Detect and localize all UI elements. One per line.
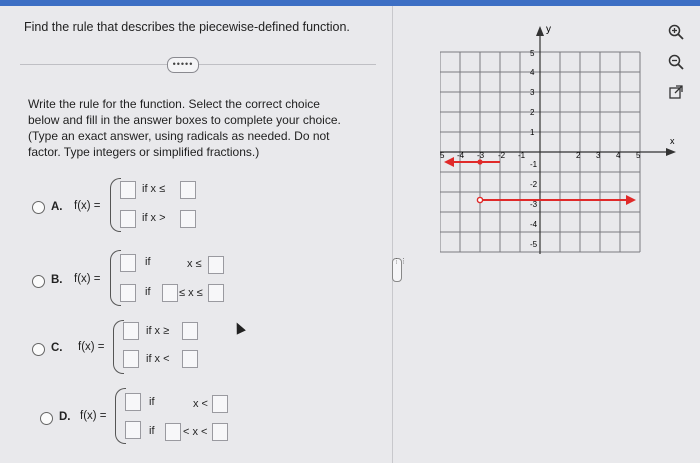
x-tick-label: -3	[477, 151, 485, 160]
y-axis-arrow-icon	[536, 26, 544, 36]
option-d-radio[interactable]	[40, 412, 53, 425]
y-tick-label: -5	[530, 240, 538, 249]
y-tick-label: 1	[530, 128, 535, 137]
option-c-bound2-box[interactable]	[182, 350, 198, 368]
open-dot	[476, 196, 484, 204]
option-d-if1: if	[149, 396, 155, 408]
external-link-icon[interactable]	[666, 82, 686, 102]
instruction-line: factor. Type integers or simplified frac…	[28, 145, 260, 159]
option-a-bound2-box[interactable]	[180, 210, 196, 228]
y-tick-label: -2	[530, 180, 538, 189]
option-a-expr1-box[interactable]	[120, 181, 136, 199]
x-axis-arrow-icon	[666, 148, 676, 156]
option-c-fx: f(x) =	[78, 341, 105, 353]
option-b-upper-box[interactable]	[208, 284, 224, 302]
instruction-line: below and fill in the answer boxes to co…	[28, 113, 341, 127]
option-d-fx: f(x) =	[80, 410, 107, 422]
option-b-fx: f(x) =	[74, 273, 101, 285]
y-tick-label: 3	[530, 88, 535, 97]
option-c-radio[interactable]	[32, 343, 45, 356]
option-a-letter: A.	[51, 201, 63, 213]
option-b-if1: if	[145, 256, 151, 268]
expand-more-button[interactable]: •••••	[167, 57, 199, 73]
option-c-cond2: if x <	[146, 353, 170, 365]
x-tick-label: -2	[498, 151, 506, 160]
option-a-radio[interactable]	[32, 201, 45, 214]
y-tick-label: -3	[530, 200, 538, 209]
option-c-bound1-box[interactable]	[182, 322, 198, 340]
option-d-if2: if	[149, 425, 155, 437]
y-tick-label: -1	[530, 160, 538, 169]
option-d-cond2: < x <	[183, 426, 208, 438]
question-panel	[0, 6, 392, 463]
option-b-bound1-box[interactable]	[208, 256, 224, 274]
x-tick-label: -4	[457, 151, 465, 160]
panel-divider	[392, 6, 393, 463]
option-d-letter: D.	[59, 411, 71, 423]
y-tick-label: -4	[530, 220, 538, 229]
option-a-fx: f(x) =	[74, 200, 101, 212]
x-tick-label: 5	[636, 151, 641, 160]
y-tick-label: 2	[530, 108, 535, 117]
coordinate-graph: y x 5 -4 -3 -2 -1 2 3 4 5 5 4 3 2 1 -1 -…	[439, 22, 680, 262]
option-b-expr2-box[interactable]	[120, 284, 136, 302]
zoom-out-icon[interactable]	[666, 52, 686, 72]
y-tick-label: 4	[530, 68, 535, 77]
question-text: Find the rule that describes the piecewi…	[24, 20, 350, 34]
tool-icons	[666, 22, 692, 112]
option-d-cond1: x <	[193, 398, 208, 410]
option-a-bound1-box[interactable]	[180, 181, 196, 199]
option-a-cond1: if x ≤	[142, 183, 166, 195]
option-c-cond1: if x ≥	[146, 325, 170, 337]
option-b-cond2: ≤ x ≤	[179, 287, 203, 299]
closed-dot	[477, 159, 483, 165]
x-tick-label: 4	[616, 151, 621, 160]
left-arrow-icon	[444, 157, 454, 167]
instructions: Write the rule for the function. Select …	[28, 96, 378, 160]
option-c-expr2-box[interactable]	[123, 350, 139, 368]
y-axis-label: y	[546, 24, 551, 35]
instruction-line: Write the rule for the function. Select …	[28, 97, 320, 111]
option-d-expr2-box[interactable]	[125, 421, 141, 439]
option-b-radio[interactable]	[32, 275, 45, 288]
option-c-expr1-box[interactable]	[123, 322, 139, 340]
option-c-letter: C.	[51, 342, 63, 354]
option-b-expr1-box[interactable]	[120, 254, 136, 272]
option-b-letter: B.	[51, 274, 63, 286]
x-tick-label: 5	[440, 151, 445, 160]
x-tick-label: 2	[576, 151, 581, 160]
option-d-lower-box[interactable]	[165, 423, 181, 441]
right-arrow-icon	[626, 195, 636, 205]
option-b-if2: if	[145, 286, 151, 298]
panel-drag-handle[interactable]: ⋮⋮	[392, 258, 407, 282]
option-b-cond1: x ≤	[187, 258, 202, 270]
option-d-expr1-box[interactable]	[125, 393, 141, 411]
graph-svg: y x 5 -4 -3 -2 -1 2 3 4 5 5 4 3 2 1 -1 -…	[439, 24, 676, 254]
option-b-lower-box[interactable]	[162, 284, 178, 302]
y-tick-label: 5	[530, 49, 535, 58]
option-a-cond2: if x >	[142, 212, 166, 224]
x-axis-label: x	[670, 136, 675, 146]
zoom-in-icon[interactable]	[666, 22, 686, 42]
x-tick-label: -1	[518, 151, 526, 160]
option-d-bound1-box[interactable]	[212, 395, 228, 413]
option-a-expr2-box[interactable]	[120, 210, 136, 228]
x-tick-label: 3	[596, 151, 601, 160]
option-d-upper-box[interactable]	[212, 423, 228, 441]
instruction-line: (Type an exact answer, using radicals as…	[28, 129, 330, 143]
